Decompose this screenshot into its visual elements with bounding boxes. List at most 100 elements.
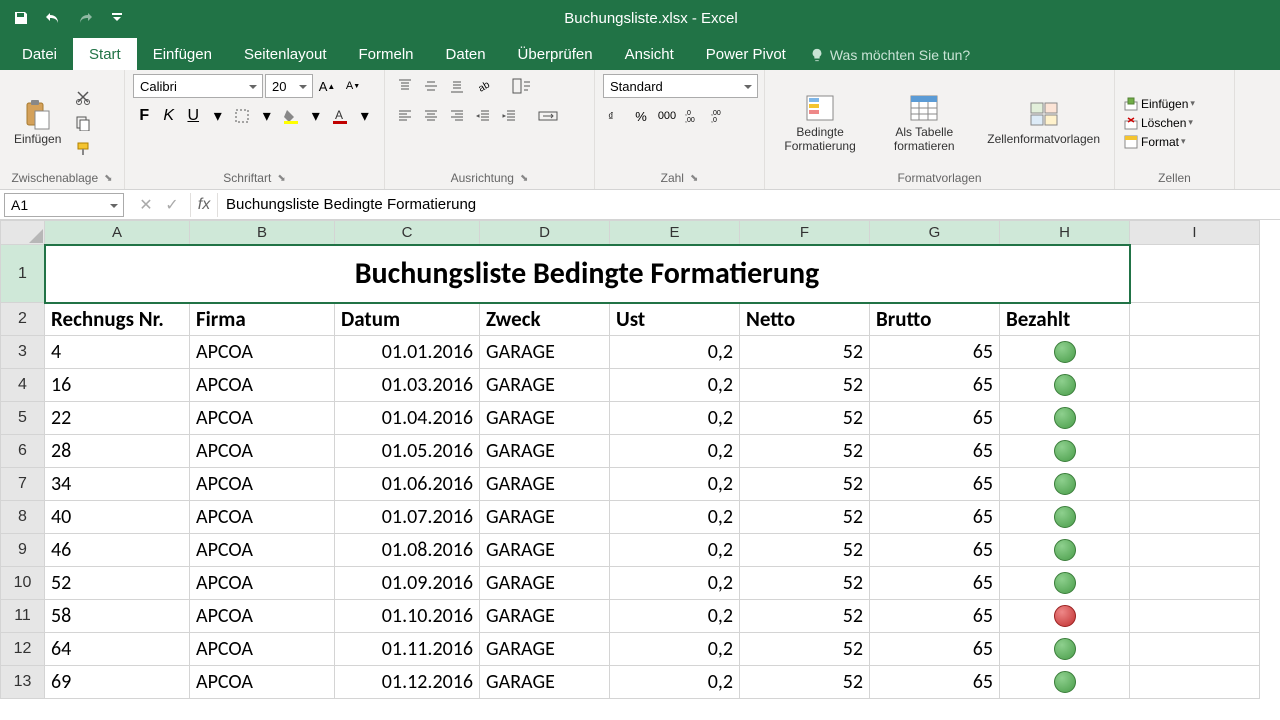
tab-formulas[interactable]: Formeln — [343, 38, 430, 70]
cell[interactable]: GARAGE — [480, 435, 610, 468]
cell[interactable]: 40 — [45, 501, 190, 534]
font-color-button[interactable]: A — [329, 104, 352, 128]
cell[interactable] — [1130, 369, 1260, 402]
align-bottom-button[interactable] — [445, 74, 469, 98]
clipboard-launcher[interactable]: ⬊ — [104, 173, 112, 184]
cell[interactable]: 65 — [870, 633, 1000, 666]
cell[interactable]: 52 — [740, 468, 870, 501]
cut-button[interactable] — [71, 85, 95, 109]
cell[interactable]: 0,2 — [610, 567, 740, 600]
cell[interactable]: 0,2 — [610, 633, 740, 666]
col-header-A[interactable]: A — [45, 221, 190, 245]
paste-button[interactable]: Einfügen — [8, 97, 67, 148]
cell-paid-status[interactable] — [1000, 600, 1130, 633]
cell[interactable]: 28 — [45, 435, 190, 468]
cell[interactable]: APCOA — [190, 534, 335, 567]
underline-dropdown[interactable]: ▾ — [207, 104, 230, 128]
cell[interactable]: 0,2 — [610, 369, 740, 402]
cell[interactable]: APCOA — [190, 402, 335, 435]
cell[interactable]: Firma — [190, 303, 335, 336]
cell[interactable]: 52 — [740, 402, 870, 435]
cell-paid-status[interactable] — [1000, 468, 1130, 501]
font-color-dropdown[interactable]: ▾ — [354, 104, 377, 128]
cell[interactable]: 01.07.2016 — [335, 501, 480, 534]
cell[interactable]: APCOA — [190, 435, 335, 468]
row-header-11[interactable]: 11 — [1, 600, 45, 633]
qat-customize-button[interactable] — [104, 5, 130, 31]
font-size-select[interactable]: 20 — [265, 74, 313, 98]
redo-button[interactable] — [72, 5, 98, 31]
align-top-button[interactable] — [393, 74, 417, 98]
cell[interactable]: 65 — [870, 435, 1000, 468]
tab-pagelayout[interactable]: Seitenlayout — [228, 38, 343, 70]
cell-paid-status[interactable] — [1000, 402, 1130, 435]
row-header-4[interactable]: 4 — [1, 369, 45, 402]
cell[interactable]: 0,2 — [610, 336, 740, 369]
cell[interactable]: GARAGE — [480, 501, 610, 534]
row-header-5[interactable]: 5 — [1, 402, 45, 435]
cell[interactable]: 22 — [45, 402, 190, 435]
increase-font-button[interactable]: A▲ — [315, 74, 339, 98]
cell[interactable]: 52 — [740, 336, 870, 369]
cell-paid-status[interactable] — [1000, 666, 1130, 699]
cell[interactable]: 01.03.2016 — [335, 369, 480, 402]
number-format-select[interactable]: Standard — [603, 74, 758, 98]
cell[interactable]: Brutto — [870, 303, 1000, 336]
col-header-I[interactable]: I — [1130, 221, 1260, 245]
delete-cells-button[interactable]: Löschen ▾ — [1123, 115, 1195, 131]
cell[interactable]: 01.10.2016 — [335, 600, 480, 633]
cell[interactable]: 65 — [870, 402, 1000, 435]
col-header-D[interactable]: D — [480, 221, 610, 245]
row-header-7[interactable]: 7 — [1, 468, 45, 501]
increase-indent-button[interactable] — [497, 104, 521, 128]
tab-insert[interactable]: Einfügen — [137, 38, 228, 70]
tell-me-search[interactable]: Was möchten Sie tun? — [810, 47, 970, 70]
cell[interactable]: 65 — [870, 369, 1000, 402]
orientation-button[interactable]: ab — [471, 74, 495, 98]
wrap-text-button[interactable] — [505, 74, 539, 98]
cell-paid-status[interactable] — [1000, 534, 1130, 567]
cell[interactable]: 0,2 — [610, 468, 740, 501]
cell[interactable] — [1130, 336, 1260, 369]
cell[interactable]: GARAGE — [480, 534, 610, 567]
cell[interactable]: GARAGE — [480, 369, 610, 402]
cell[interactable]: APCOA — [190, 369, 335, 402]
row-header-1[interactable]: 1 — [1, 245, 45, 303]
percent-button[interactable]: % — [629, 104, 653, 128]
col-header-F[interactable]: F — [740, 221, 870, 245]
insert-function-button[interactable]: fx — [190, 193, 218, 217]
cell[interactable]: 01.11.2016 — [335, 633, 480, 666]
col-header-B[interactable]: B — [190, 221, 335, 245]
row-header-2[interactable]: 2 — [1, 303, 45, 336]
cell-paid-status[interactable] — [1000, 435, 1130, 468]
cell[interactable]: 16 — [45, 369, 190, 402]
align-middle-button[interactable] — [419, 74, 443, 98]
cell[interactable]: Netto — [740, 303, 870, 336]
cell[interactable]: 65 — [870, 600, 1000, 633]
cell[interactable]: APCOA — [190, 600, 335, 633]
font-launcher[interactable]: ⬊ — [277, 173, 285, 184]
cell[interactable]: Ust — [610, 303, 740, 336]
merge-button[interactable] — [531, 104, 565, 128]
cell[interactable]: 01.08.2016 — [335, 534, 480, 567]
tab-review[interactable]: Überprüfen — [502, 38, 609, 70]
borders-button[interactable] — [231, 104, 254, 128]
cell[interactable]: APCOA — [190, 336, 335, 369]
cell[interactable]: 64 — [45, 633, 190, 666]
cell[interactable] — [1130, 245, 1260, 303]
row-header-3[interactable]: 3 — [1, 336, 45, 369]
alignment-launcher[interactable]: ⬊ — [520, 173, 528, 184]
cell[interactable]: 65 — [870, 567, 1000, 600]
decrease-indent-button[interactable] — [471, 104, 495, 128]
cell[interactable]: 34 — [45, 468, 190, 501]
formula-input[interactable]: Buchungsliste Bedingte Formatierung — [218, 193, 1280, 217]
cell[interactable]: 46 — [45, 534, 190, 567]
cell[interactable] — [1130, 303, 1260, 336]
cell[interactable]: 01.06.2016 — [335, 468, 480, 501]
cell[interactable]: 01.01.2016 — [335, 336, 480, 369]
cell[interactable] — [1130, 633, 1260, 666]
col-header-G[interactable]: G — [870, 221, 1000, 245]
cell-styles-button[interactable]: Zellenformatvorlagen — [981, 97, 1106, 148]
cell[interactable]: 58 — [45, 600, 190, 633]
cell[interactable]: 52 — [740, 666, 870, 699]
